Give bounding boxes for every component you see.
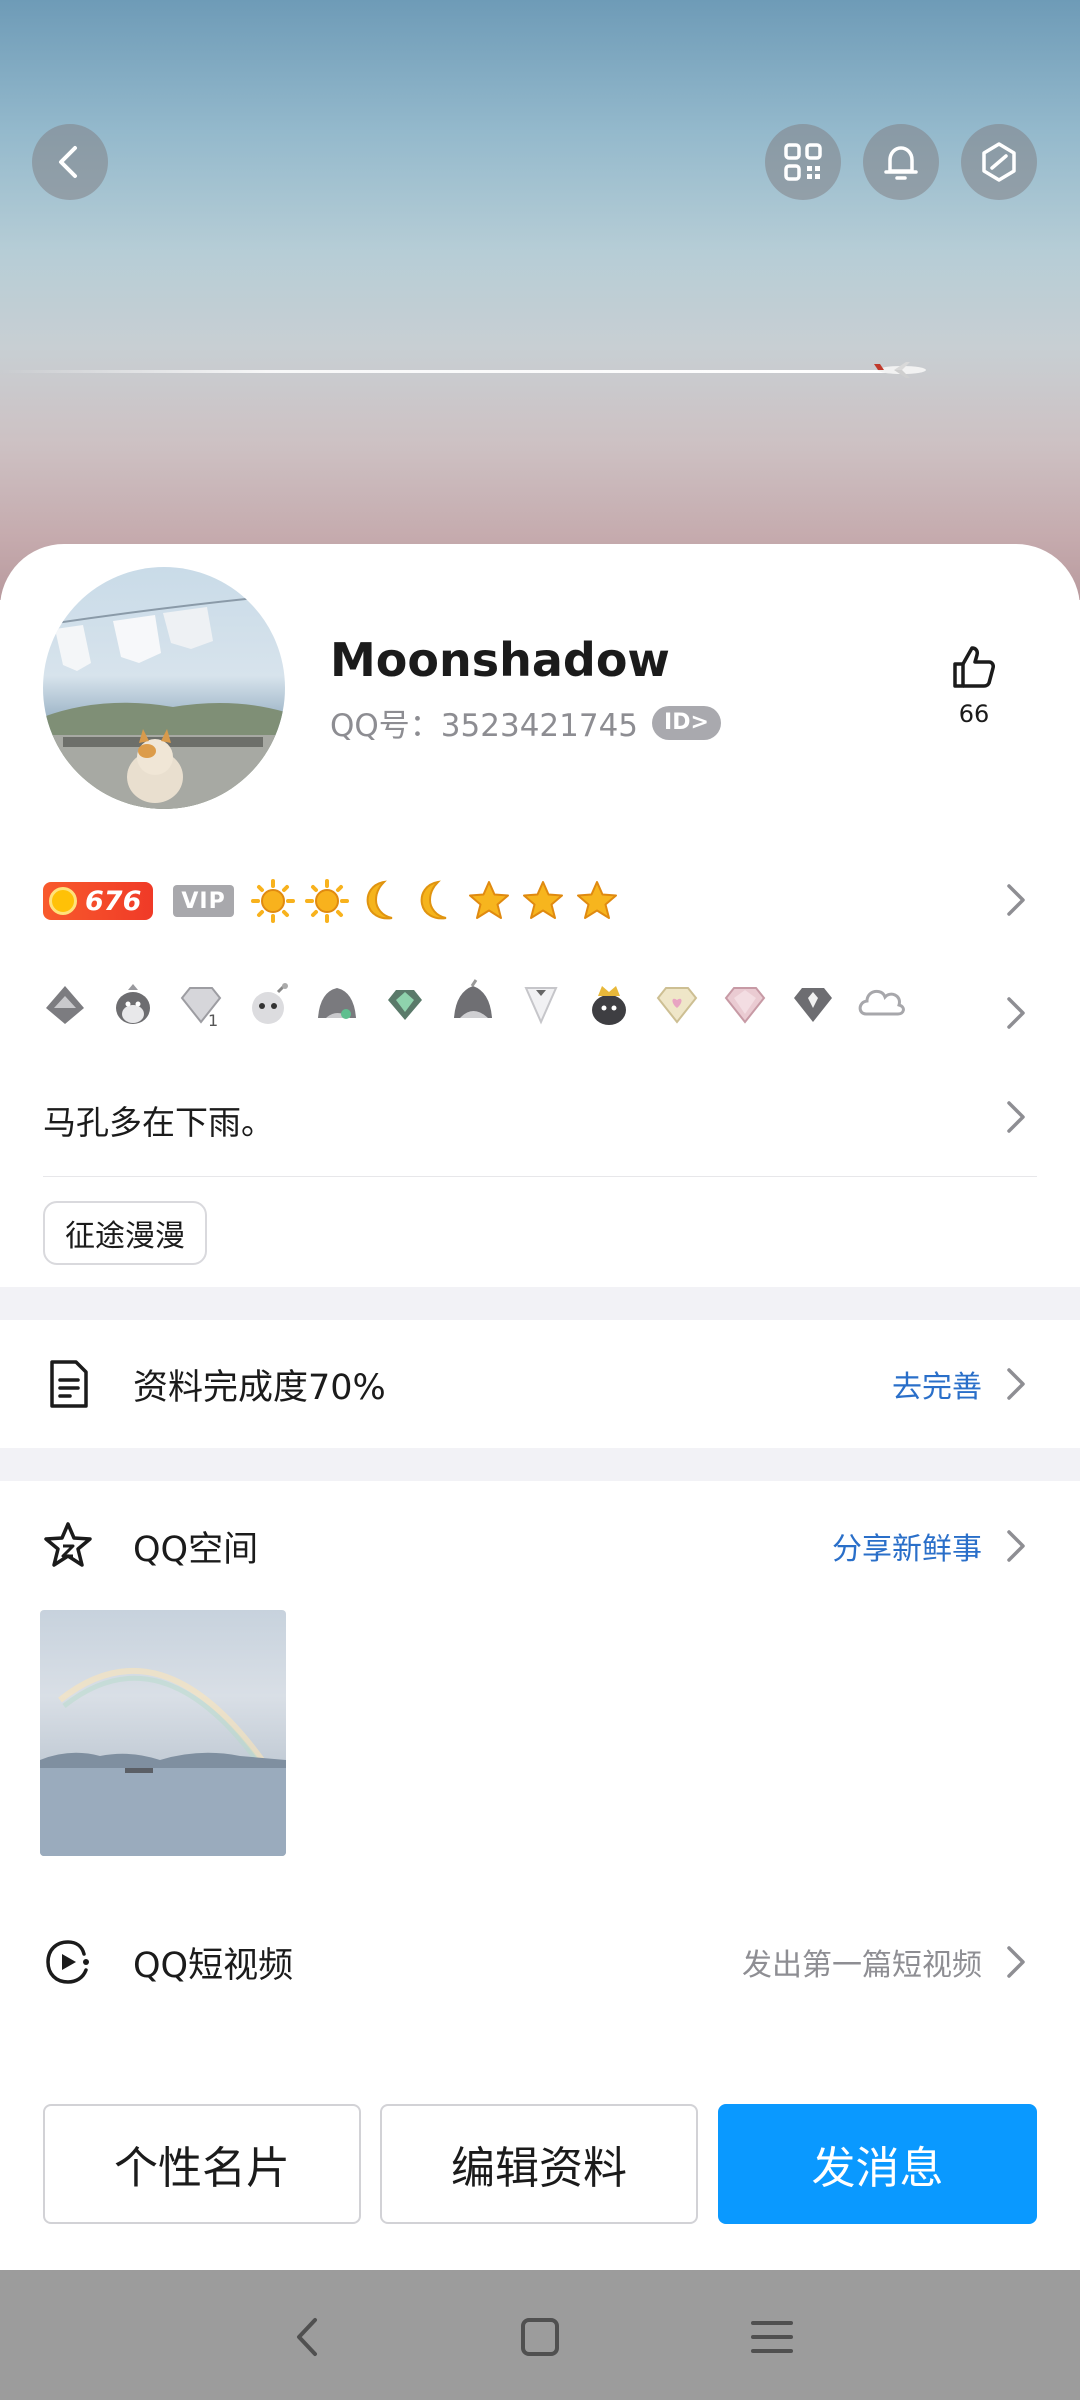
moon-icon (412, 878, 458, 924)
coin-icon (49, 887, 77, 915)
completeness-chevron-icon (1007, 1368, 1025, 1400)
qq-number-line: QQ号：3523421745 ID> (330, 700, 721, 745)
completeness-row[interactable]: 资料完成度70% 去完善 (0, 1322, 1080, 1446)
qzone-row[interactable]: QQ空间 分享新鲜事 (0, 1484, 1080, 1608)
section-gap (0, 1448, 1080, 1481)
document-icon (50, 1360, 88, 1408)
completeness-action[interactable]: 去完善 (892, 1362, 982, 1406)
sun-icon (304, 878, 350, 924)
cloud-badge-icon (856, 978, 906, 1030)
avatar[interactable] (43, 567, 285, 809)
like-button[interactable]: 66 (944, 640, 1004, 728)
level-row-chevron-icon (1007, 884, 1025, 916)
bomb-badge-icon (244, 978, 294, 1030)
short-video-action[interactable]: 发出第一篇短视频 (742, 1940, 982, 1984)
level-row[interactable]: 676 VIP (43, 878, 620, 924)
id-badge[interactable]: ID> (652, 705, 721, 740)
qzone-label: QQ空间 (133, 1529, 259, 1570)
contrail (0, 370, 890, 373)
qzone-chevron-icon (1007, 1530, 1025, 1562)
qr-code-button[interactable] (765, 124, 841, 200)
edit-profile-button[interactable]: 编辑资料 (380, 2104, 698, 2224)
pink-diamond-badge-icon (720, 978, 770, 1030)
diamond-badge-icon: 1 (176, 978, 226, 1030)
cover-image (0, 0, 1080, 600)
star-icon (574, 878, 620, 924)
profile-name: Moonshadow (330, 633, 670, 687)
emerald-badge-icon (380, 978, 430, 1030)
nav-menu-icon[interactable] (747, 2312, 797, 2362)
completeness-label: 资料完成度70% (133, 1367, 386, 1408)
heart-diamond-badge-icon (652, 978, 702, 1030)
thumbs-up-icon (953, 646, 995, 688)
level-icons (250, 878, 620, 924)
airplane-icon (874, 362, 926, 378)
system-nav-bar (0, 2270, 1080, 2400)
level-value: 676 (85, 885, 142, 917)
short-video-label: QQ短视频 (133, 1945, 294, 1986)
penguin-crown-badge-icon (584, 978, 634, 1030)
badge-row[interactable]: 1 (40, 978, 906, 1030)
penguin-badge-icon (108, 978, 158, 1030)
helmet-badge-2-icon (448, 978, 498, 1030)
vip-badge: VIP (173, 885, 234, 917)
penguin-hat-badge-icon (312, 978, 362, 1030)
helmet-badge-icon (40, 978, 90, 1030)
tuxedo-badge-icon (516, 978, 566, 1030)
divider (43, 1176, 1037, 1177)
video-icon (46, 1940, 89, 1984)
chevron-left-icon (59, 146, 77, 178)
qq-number: QQ号：3523421745 (330, 708, 639, 744)
sun-icon (250, 878, 296, 924)
more-settings-button[interactable] (961, 124, 1037, 200)
nav-back-icon[interactable] (283, 2312, 333, 2362)
back-button[interactable] (32, 124, 108, 200)
qr-code-icon (784, 143, 822, 181)
moon-icon (358, 878, 404, 924)
signature-chevron-icon (1007, 1101, 1025, 1133)
svg-text:1: 1 (208, 1011, 218, 1030)
badge-row-chevron-icon (1007, 997, 1025, 1029)
short-video-row[interactable]: QQ短视频 发出第一篇短视频 (0, 1900, 1080, 2024)
nav-home-icon[interactable] (515, 2312, 565, 2362)
signature-text[interactable]: 马孔多在下雨。 (43, 1096, 274, 1144)
short-video-chevron-icon (1007, 1946, 1025, 1978)
qzone-photo[interactable] (40, 1610, 286, 1856)
bell-icon (884, 146, 918, 180)
like-count: 66 (958, 700, 990, 728)
dark-diamond-badge-icon (788, 978, 838, 1030)
star-icon (520, 878, 566, 924)
notification-button[interactable] (863, 124, 939, 200)
send-message-button[interactable]: 发消息 (718, 2104, 1037, 2224)
profile-tag[interactable]: 征途漫漫 (43, 1201, 207, 1265)
hexagon-slash-icon (982, 142, 1016, 182)
qzone-action[interactable]: 分享新鲜事 (832, 1524, 982, 1568)
section-gap (0, 1287, 1080, 1320)
star-outline-icon (44, 1522, 92, 1567)
card-style-button[interactable]: 个性名片 (43, 2104, 361, 2224)
star-icon (466, 878, 512, 924)
level-badge: 676 (43, 882, 154, 920)
